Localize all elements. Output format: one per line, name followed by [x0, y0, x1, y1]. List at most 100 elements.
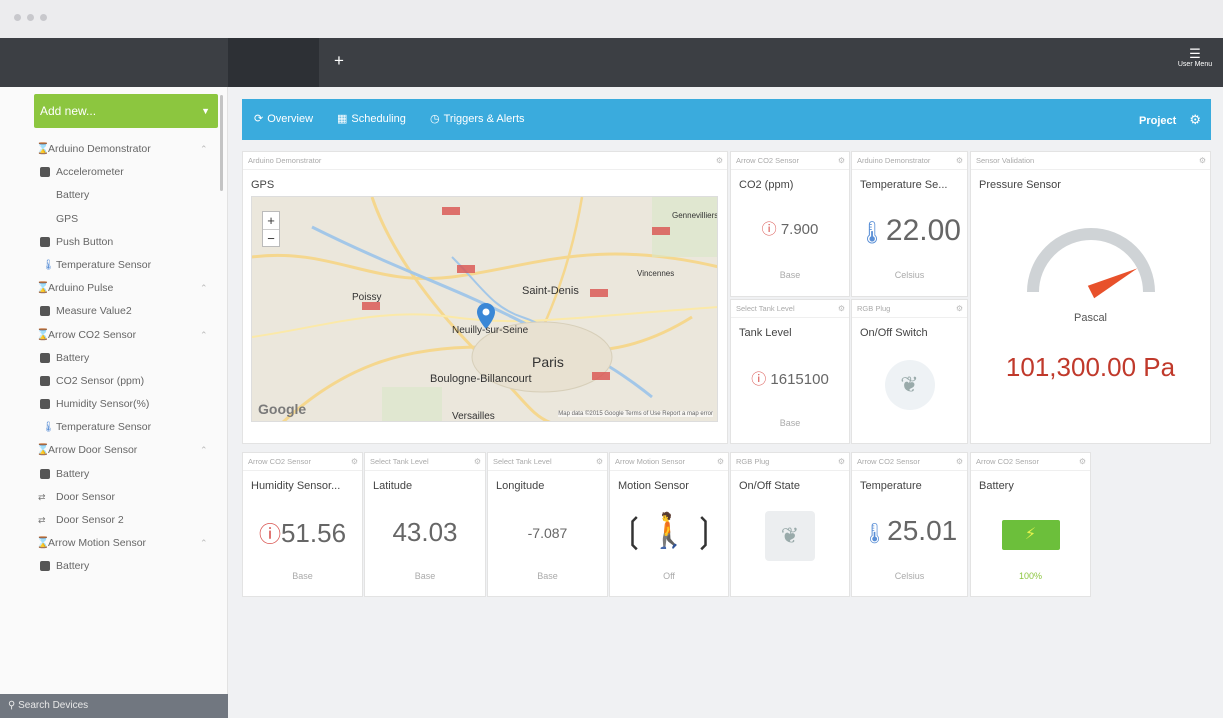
sidebar-item-label: Accelerometer [56, 166, 124, 179]
sidebar-sensor-item[interactable]: Battery [0, 463, 222, 486]
sidebar-sensor-item[interactable]: ⇄ Door Sensor [0, 486, 222, 509]
widget-source: Arrow Motion Sensor ⚙ [610, 453, 728, 471]
humidity-value: 51.56 [280, 518, 347, 548]
tab-overview[interactable]: ⟳ Overview [254, 99, 313, 140]
sidebar-sensor-item[interactable]: Battery [0, 347, 222, 370]
search-devices-bar[interactable]: ⚲ Search Devices [0, 694, 228, 718]
sidebar-sensor-item[interactable]: GPS [0, 208, 222, 231]
window-close-dot[interactable] [14, 14, 21, 21]
chevron-up-icon[interactable]: ⌃ [200, 324, 208, 347]
widget-tools-icon[interactable]: ⚙ [717, 453, 724, 470]
widget-title: Temperature Se... [860, 179, 948, 191]
gauge-svg [1027, 228, 1155, 299]
sidebar-device-group[interactable]: ⌛ Arrow Motion Sensor ⌃ [0, 532, 222, 555]
co2-unit: Base [779, 270, 801, 280]
humidity-unit: Base [292, 571, 313, 581]
workspace-tab[interactable] [228, 38, 319, 87]
tank-value-row: ⓘ 1615100 [731, 368, 849, 389]
widget-tools-icon[interactable]: ⚙ [1079, 453, 1086, 470]
widget-tools-icon[interactable]: ⚙ [956, 300, 963, 317]
add-new-button[interactable]: Add new... ▼ [34, 94, 218, 128]
device-icon: ⌛ [36, 282, 50, 295]
sidebar-sensor-item[interactable]: ⇄ Door Sensor 2 [0, 509, 222, 532]
widget-tools-icon[interactable]: ⚙ [716, 152, 723, 169]
project-label: Project [1138, 115, 1177, 127]
widget-tools-icon[interactable]: ⚙ [351, 453, 358, 470]
tab-triggers[interactable]: ◷ Triggers & Alerts [430, 99, 525, 140]
device-icon: ⌛ [36, 444, 50, 457]
tab-scheduling[interactable]: ▦ Scheduling [337, 99, 406, 140]
calendar-icon: ▦ [337, 113, 348, 125]
widget-source-label: RGB Plug [736, 457, 770, 466]
sidebar-sensor-item[interactable]: Measure Value2 [0, 300, 222, 323]
sidebar-sensor-item[interactable]: Accelerometer [0, 161, 222, 184]
device-icon: ⌛ [36, 143, 50, 155]
widget-tools-icon[interactable]: ⚙ [1199, 152, 1206, 169]
widget-title: On/Off State [739, 480, 800, 492]
map-place-label: Poissy [352, 292, 382, 303]
pressure-widget: Sensor Validation ⚙ Pressure Sensor Pasca… [970, 151, 1211, 444]
add-tab-button[interactable]: + [328, 50, 350, 72]
sidebar-device-group[interactable]: ⌛ Arrow CO2 Sensor ⌃ [0, 324, 222, 347]
widget-tools-icon[interactable]: ⚙ [956, 152, 963, 169]
sidebar-sensor-item[interactable]: Battery [0, 555, 222, 578]
sidebar-device-group[interactable]: ⌛ Arduino Pulse ⌃ [0, 277, 222, 300]
sidebar-sensor-item[interactable]: Humidity Sensor(%) [0, 393, 222, 416]
widget-source: Arrow CO2 Sensor ⚙ [243, 453, 362, 471]
window-maximize-dot[interactable] [40, 14, 47, 21]
sensor-icon [40, 399, 50, 410]
project-menu[interactable]: Project ⚙ [1139, 99, 1201, 142]
widget-tools-icon[interactable]: ⚙ [838, 300, 845, 317]
chevron-up-icon[interactable]: ⌃ [200, 277, 208, 300]
zoom-out-button[interactable]: − [263, 229, 279, 247]
map-view[interactable]: + − Saint-Denis Neuilly-sur-Seine Paris Bou… [251, 196, 718, 422]
device-icon: ⌛ [36, 328, 50, 341]
chevron-up-icon[interactable]: ⌃ [200, 138, 208, 161]
device-icon: ⌛ [36, 537, 50, 550]
sidebar-device-group[interactable]: ⌛ Arduino Demonstrator ⌃ [0, 138, 222, 161]
sidebar-sensor-item[interactable]: Push Button [0, 231, 222, 254]
widget-source: RGB Plug ⚙ [731, 453, 849, 471]
widget-source-label: Arrow CO2 Sensor [248, 457, 311, 466]
sensor-icon [40, 352, 50, 363]
chevron-up-icon[interactable]: ⌃ [200, 532, 208, 555]
latitude-widget: Select Tank Level ⚙ Latitude 43.03 Base [364, 452, 486, 597]
map-place-label: Saint-Denis [522, 285, 579, 297]
alert-icon: ⓘ [751, 371, 767, 388]
widget-title: Tank Level [739, 327, 792, 339]
device-tree: ⌛ Arduino Demonstrator ⌃ Accelerometer Batte… [0, 138, 222, 579]
widget-source-label: Sensor Validation [976, 156, 1035, 165]
motion-state: Off [663, 571, 675, 581]
user-menu-button[interactable]: ☰ User Menu [1173, 47, 1217, 69]
humidity-widget: Arrow CO2 Sensor ⚙ Humidity Sensor... ⓘ51… [242, 452, 363, 597]
latitude-unit: Base [414, 571, 436, 581]
tank-level-widget: Select Tank Level ⚙ Tank Level ⓘ 1615100 … [730, 299, 850, 444]
sidebar-item-label: Door Sensor [56, 490, 115, 503]
widget-source: Select Tank Level ⚙ [731, 300, 849, 318]
plug-state-icon: ❦ [765, 511, 815, 561]
gauge-needle [1087, 268, 1138, 299]
window-minimize-dot[interactable] [27, 14, 34, 21]
temperature-value: 22.00 [885, 214, 961, 247]
sidebar-sensor-item[interactable]: 🌡 Temperature Sensor [0, 254, 222, 277]
alert-icon: ⓘ [761, 221, 777, 238]
sidebar-sensor-item[interactable]: 🌡 Temperature Sensor [0, 416, 222, 439]
chevron-up-icon[interactable]: ⌃ [200, 439, 208, 462]
widget-tools-icon[interactable]: ⚙ [956, 453, 963, 470]
sidebar-item-label: Battery [56, 189, 90, 202]
tab-overview-label: Overview [267, 113, 314, 125]
sidebar-sensor-item[interactable]: Battery [0, 184, 222, 207]
widget-title: Latitude [373, 480, 413, 492]
widget-tools-icon[interactable]: ⚙ [838, 152, 845, 169]
longitude-value: -7.087 [527, 525, 568, 541]
sidebar-device-group[interactable]: ⌛ Arrow Door Sensor ⌃ [0, 439, 222, 462]
widget-tools-icon[interactable]: ⚙ [596, 453, 603, 470]
sidebar-sensor-item[interactable]: CO2 Sensor (ppm) [0, 370, 222, 393]
zoom-in-button[interactable]: + [263, 212, 279, 229]
search-devices-input[interactable]: Search Devices [18, 700, 88, 711]
plug-toggle-icon[interactable]: ❦ [884, 360, 935, 410]
widget-tools-icon[interactable]: ⚙ [838, 453, 845, 470]
widget-tools-icon[interactable]: ⚙ [474, 453, 481, 470]
motion-widget: Arrow Motion Sensor ⚙ Motion Sensor ❲🚶❳ O… [609, 452, 729, 597]
thermometer-icon: 🌡 [42, 259, 55, 271]
